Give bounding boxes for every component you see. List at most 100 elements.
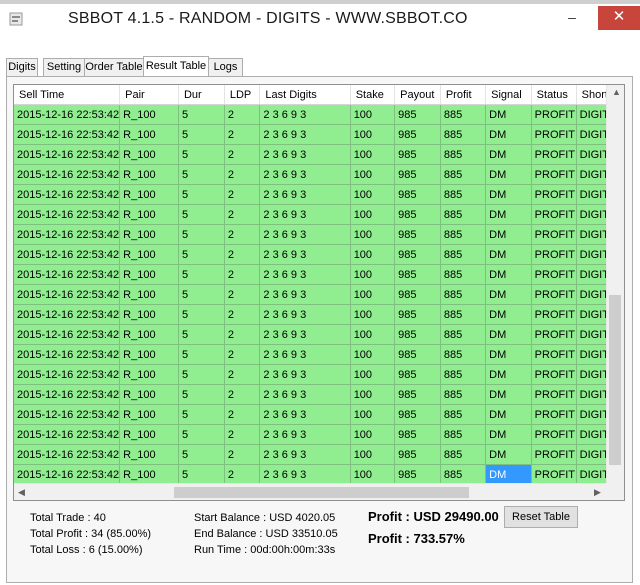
table-row[interactable]: 2015-12-16 22:53:42 R_100 5 2 2 3 6 9 3 100 98… bbox=[14, 244, 624, 265]
table-cell[interactable]: 100 bbox=[350, 264, 396, 285]
table-cell[interactable]: R_100 bbox=[119, 224, 179, 245]
table-cell[interactable]: 2 bbox=[224, 104, 261, 125]
table-cell[interactable]: PROFIT bbox=[531, 224, 577, 245]
table-cell[interactable]: 100 bbox=[350, 104, 396, 125]
table-cell[interactable]: 2 bbox=[224, 364, 261, 385]
table-cell[interactable]: 5 bbox=[178, 324, 225, 345]
table-cell[interactable]: DM bbox=[485, 324, 532, 345]
title-bar[interactable]: SBBOT 4.1.5 - RANDOM - DIGITS - WWW.SBBO… bbox=[0, 4, 640, 34]
tab-result-table[interactable]: Result Table bbox=[143, 56, 209, 77]
table-cell[interactable]: DM bbox=[485, 404, 532, 425]
table-cell[interactable]: DM bbox=[485, 464, 532, 485]
table-cell[interactable]: 5 bbox=[178, 224, 225, 245]
column-header[interactable]: Payout bbox=[394, 85, 441, 105]
table-cell[interactable]: DM bbox=[485, 164, 532, 185]
table-row[interactable]: 2015-12-16 22:53:42 R_100 5 2 2 3 6 9 3 100 98… bbox=[14, 284, 624, 305]
table-cell[interactable]: 5 bbox=[178, 384, 225, 405]
table-cell[interactable]: R_100 bbox=[119, 384, 179, 405]
table-cell[interactable]: 985 bbox=[394, 464, 441, 485]
table-cell[interactable]: 2015-12-16 22:53:42 bbox=[14, 144, 121, 165]
table-cell[interactable]: R_100 bbox=[119, 184, 179, 205]
table-cell[interactable]: 985 bbox=[394, 444, 441, 465]
table-cell[interactable]: 5 bbox=[178, 284, 225, 305]
column-header[interactable]: Dur bbox=[178, 85, 225, 105]
table-cell[interactable]: 885 bbox=[440, 424, 487, 445]
table-cell[interactable]: 985 bbox=[394, 184, 441, 205]
table-cell[interactable]: DM bbox=[485, 424, 532, 445]
table-cell[interactable]: 5 bbox=[178, 364, 225, 385]
table-cell[interactable]: 100 bbox=[350, 184, 396, 205]
tab-digits[interactable]: Digits bbox=[6, 58, 38, 76]
table-cell[interactable]: PROFIT bbox=[531, 144, 577, 165]
table-cell[interactable]: 2 bbox=[224, 244, 261, 265]
table-cell[interactable]: 885 bbox=[440, 104, 487, 125]
table-cell[interactable]: 100 bbox=[350, 244, 396, 265]
table-cell[interactable]: 885 bbox=[440, 184, 487, 205]
table-cell[interactable]: 985 bbox=[394, 144, 441, 165]
table-cell[interactable]: 100 bbox=[350, 204, 396, 225]
table-cell[interactable]: R_100 bbox=[119, 204, 179, 225]
column-header[interactable]: Signal bbox=[485, 85, 532, 105]
table-cell[interactable]: R_100 bbox=[119, 244, 179, 265]
scroll-up-icon[interactable]: ▲ bbox=[612, 87, 621, 97]
table-cell[interactable]: 985 bbox=[394, 344, 441, 365]
table-cell[interactable]: 2015-12-16 22:53:42 bbox=[14, 284, 121, 305]
table-cell[interactable]: 2 bbox=[224, 424, 261, 445]
table-cell[interactable]: 100 bbox=[350, 164, 396, 185]
table-cell[interactable]: 2015-12-16 22:53:42 bbox=[14, 364, 121, 385]
table-cell[interactable]: DM bbox=[485, 104, 532, 125]
table-cell[interactable]: PROFIT bbox=[531, 404, 577, 425]
table-cell[interactable]: R_100 bbox=[119, 164, 179, 185]
table-cell[interactable]: DM bbox=[485, 304, 532, 325]
table-cell[interactable]: 985 bbox=[394, 424, 441, 445]
table-cell[interactable]: 2 3 6 9 3 bbox=[259, 464, 351, 485]
table-cell[interactable]: 100 bbox=[350, 344, 396, 365]
table-cell[interactable]: DM bbox=[485, 224, 532, 245]
table-cell[interactable]: 885 bbox=[440, 264, 487, 285]
table-row[interactable]: 2015-12-16 22:53:42 R_100 5 2 2 3 6 9 3 100 98… bbox=[14, 224, 624, 245]
table-cell[interactable]: 985 bbox=[394, 104, 441, 125]
table-row[interactable]: 2015-12-16 22:53:42 R_100 5 2 2 3 6 9 3 100 98… bbox=[14, 444, 624, 465]
table-cell[interactable]: 100 bbox=[350, 224, 396, 245]
table-cell[interactable]: 2 3 6 9 3 bbox=[259, 104, 351, 125]
table-row[interactable]: 2015-12-16 22:53:42 R_100 5 2 2 3 6 9 3 100 98… bbox=[14, 384, 624, 405]
table-cell[interactable]: 2015-12-16 22:53:42 bbox=[14, 124, 121, 145]
table-cell[interactable]: PROFIT bbox=[531, 304, 577, 325]
table-row[interactable]: 2015-12-16 22:53:42 R_100 5 2 2 3 6 9 3 100 98… bbox=[14, 324, 624, 345]
table-cell[interactable]: 985 bbox=[394, 404, 441, 425]
table-cell[interactable]: PROFIT bbox=[531, 124, 577, 145]
table-cell[interactable]: DM bbox=[485, 364, 532, 385]
table-row[interactable]: 2015-12-16 22:53:42 R_100 5 2 2 3 6 9 3 100 98… bbox=[14, 144, 624, 165]
scroll-left-icon[interactable]: ◀ bbox=[18, 487, 25, 498]
table-cell[interactable]: 100 bbox=[350, 284, 396, 305]
table-cell[interactable]: 985 bbox=[394, 284, 441, 305]
table-cell[interactable]: DM bbox=[485, 204, 532, 225]
table-cell[interactable]: 2 3 6 9 3 bbox=[259, 424, 351, 445]
table-cell[interactable]: DM bbox=[485, 384, 532, 405]
table-cell[interactable]: R_100 bbox=[119, 424, 179, 445]
table-cell[interactable]: 2 bbox=[224, 404, 261, 425]
table-cell[interactable]: 2 3 6 9 3 bbox=[259, 404, 351, 425]
table-cell[interactable]: 2 3 6 9 3 bbox=[259, 184, 351, 205]
table-cell[interactable]: 100 bbox=[350, 464, 396, 485]
table-cell[interactable]: 2015-12-16 22:53:42 bbox=[14, 104, 121, 125]
table-cell[interactable]: R_100 bbox=[119, 144, 179, 165]
table-cell[interactable]: 5 bbox=[178, 144, 225, 165]
table-cell[interactable]: PROFIT bbox=[531, 364, 577, 385]
table-cell[interactable]: 100 bbox=[350, 324, 396, 345]
table-cell[interactable]: R_100 bbox=[119, 444, 179, 465]
table-cell[interactable]: 100 bbox=[350, 424, 396, 445]
table-cell[interactable]: 985 bbox=[394, 384, 441, 405]
table-cell[interactable]: 985 bbox=[394, 264, 441, 285]
table-cell[interactable]: 885 bbox=[440, 244, 487, 265]
table-cell[interactable]: 5 bbox=[178, 104, 225, 125]
table-cell[interactable]: 2 bbox=[224, 304, 261, 325]
table-cell[interactable]: 2 bbox=[224, 224, 261, 245]
table-row[interactable]: 2015-12-16 22:53:42 R_100 5 2 2 3 6 9 3 100 98… bbox=[14, 364, 624, 385]
table-cell[interactable]: DM bbox=[485, 244, 532, 265]
table-cell[interactable]: 2 bbox=[224, 444, 261, 465]
table-cell[interactable]: 2 3 6 9 3 bbox=[259, 444, 351, 465]
scroll-right-icon[interactable]: ▶ bbox=[594, 487, 601, 498]
table-cell[interactable]: 2 bbox=[224, 184, 261, 205]
table-cell[interactable]: 885 bbox=[440, 404, 487, 425]
